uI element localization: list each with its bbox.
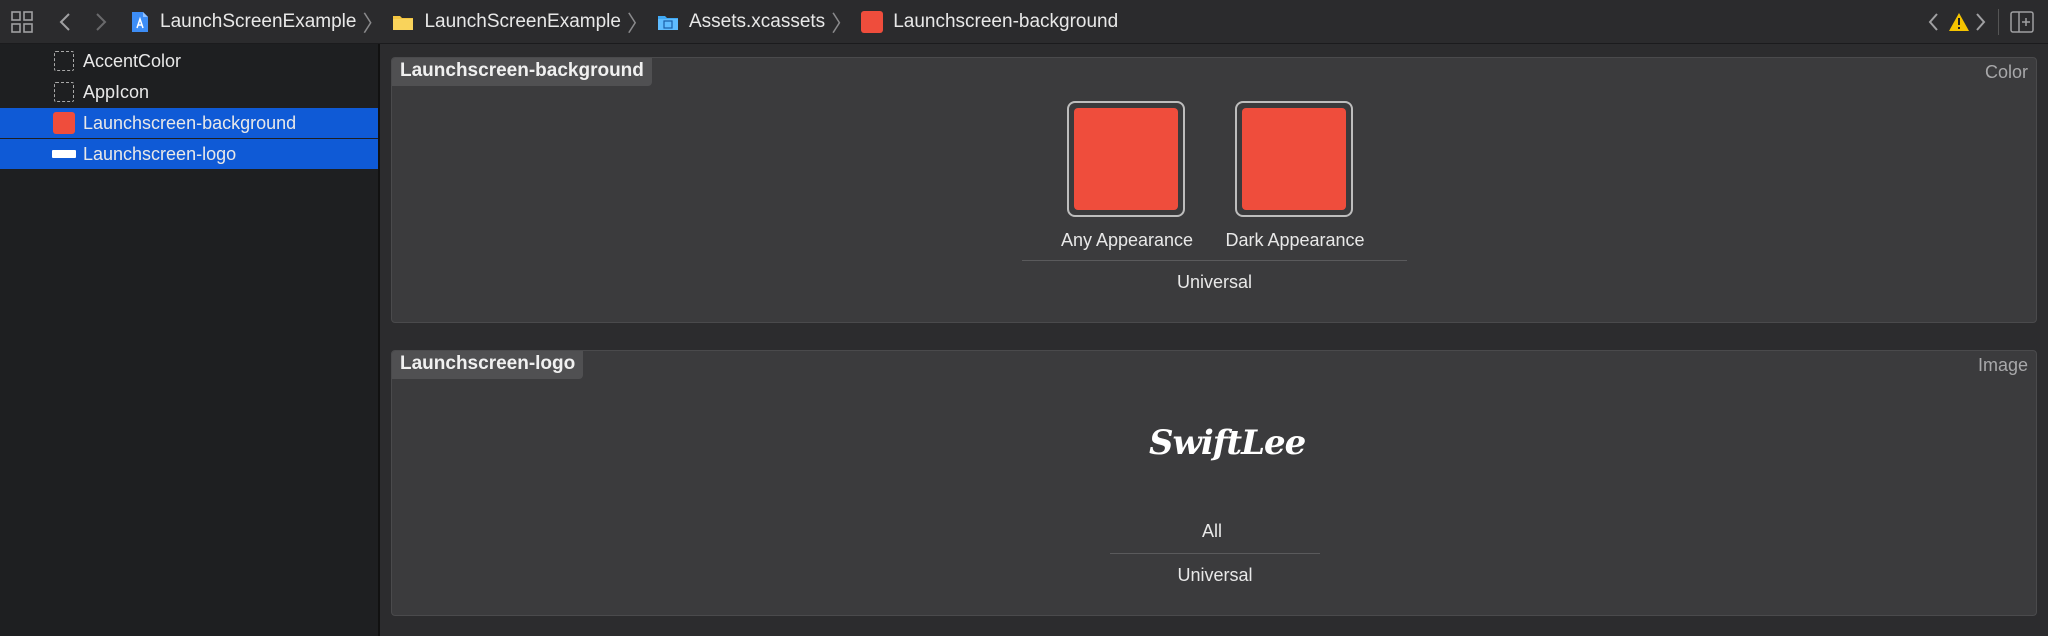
color-swatch-icon <box>53 112 75 134</box>
breadcrumb-label: LaunchScreenExample <box>160 11 357 32</box>
warning-icon <box>1949 13 1969 31</box>
asset-item-accentcolor[interactable]: AccentColor <box>0 46 378 76</box>
asset-item-appicon[interactable]: AppIcon <box>0 77 378 107</box>
asset-item-label: AppIcon <box>83 82 150 102</box>
swiftlee-logo-image[interactable]: SwiftLee <box>1149 423 1306 463</box>
asset-item-launchscreen-background[interactable]: Launchscreen-background <box>0 108 378 138</box>
breadcrumb-separator-icon: 〉 <box>831 11 854 36</box>
color-fill <box>1074 108 1178 210</box>
chevron-right-icon <box>96 13 107 31</box>
breadcrumb-asset-catalog[interactable]: Assets.xcassets 〉 <box>657 0 861 44</box>
previous-issue-button[interactable] <box>1926 0 1940 44</box>
image-set-icon <box>52 150 76 158</box>
warning-button[interactable] <box>1948 0 1970 44</box>
asset-list-sidebar: AccentColor AppIcon Launchscreen-backgro… <box>0 44 378 636</box>
device-footer: Universal <box>1177 565 1253 585</box>
breadcrumb-label: Assets.xcassets <box>688 11 826 32</box>
panel-type-label: Image <box>1977 355 2028 375</box>
toolbar-divider <box>1998 0 2000 44</box>
panel-title: Launchscreen-background <box>392 58 652 86</box>
any-appearance-caption: Any Appearance <box>1060 230 1194 250</box>
color-fill <box>1242 108 1346 210</box>
navigate-back-button[interactable] <box>56 0 74 44</box>
color-set-placeholder-icon <box>54 51 74 71</box>
color-set-panel: Launchscreen-background Color Any Appear… <box>391 57 2037 323</box>
folder-icon <box>393 16 414 30</box>
toolbar: LaunchScreenExample 〉 LaunchScreenExampl… <box>0 0 2048 44</box>
breadcrumb-color-set[interactable]: Launchscreen-background <box>861 0 1118 44</box>
breadcrumb-label: LaunchScreenExample <box>424 11 621 32</box>
separator <box>1022 260 1407 261</box>
panel-type-label: Color <box>1984 62 2028 82</box>
scale-caption: All <box>1201 521 1222 541</box>
asset-item-label: Launchscreen-logo <box>83 144 237 164</box>
chevron-left-icon <box>59 13 70 31</box>
dark-appearance-swatch[interactable] <box>1235 101 1353 217</box>
asset-item-label: Launchscreen-background <box>83 113 297 133</box>
chevron-right-icon <box>1976 13 1986 31</box>
breadcrumb: LaunchScreenExample 〉 LaunchScreenExampl… <box>130 0 1118 44</box>
breadcrumb-separator-icon: 〉 <box>362 11 385 36</box>
image-set-panel: Launchscreen-logo Image SwiftLee All Uni… <box>391 350 2037 616</box>
panel-title: Launchscreen-logo <box>392 351 584 379</box>
breadcrumb-label: Launchscreen-background <box>893 11 1119 32</box>
split-editor-icon <box>2010 11 2034 33</box>
device-footer: Universal <box>1176 272 1253 292</box>
breadcrumb-separator-icon: 〉 <box>626 11 649 36</box>
separator <box>1110 553 1320 554</box>
breadcrumb-project[interactable]: LaunchScreenExample 〉 <box>130 0 392 44</box>
dark-appearance-caption: Dark Appearance <box>1225 230 1365 250</box>
related-items-grid-icon[interactable] <box>10 0 36 44</box>
navigate-forward-button[interactable] <box>92 0 110 44</box>
xcode-project-icon <box>132 12 148 32</box>
asset-item-label: AccentColor <box>83 51 182 71</box>
next-issue-button[interactable] <box>1974 0 1988 44</box>
color-set-icon <box>861 11 884 33</box>
chevron-left-icon <box>1928 13 1938 31</box>
add-editor-button[interactable] <box>2010 0 2034 44</box>
asset-item-launchscreen-logo[interactable]: Launchscreen-logo <box>0 139 378 169</box>
asset-catalog-icon <box>657 16 678 30</box>
any-appearance-swatch[interactable] <box>1067 101 1185 217</box>
app-icon-placeholder-icon <box>54 82 74 102</box>
breadcrumb-folder[interactable]: LaunchScreenExample 〉 <box>392 0 656 44</box>
